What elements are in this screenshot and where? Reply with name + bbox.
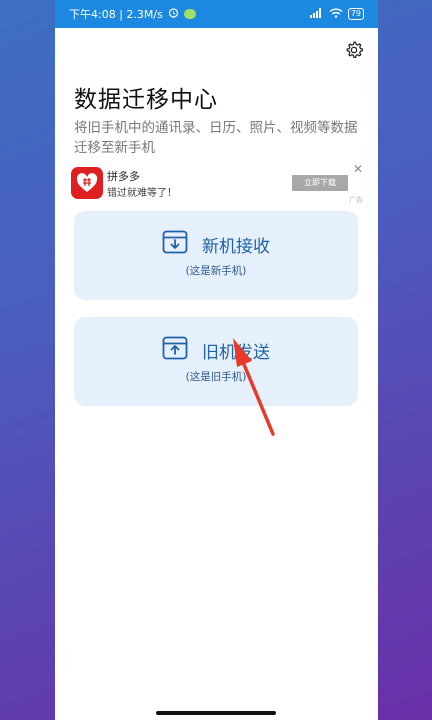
receive-on-new-phone-button[interactable]: 新机接收 (这是新手机): [74, 211, 358, 300]
signal-icon: [309, 7, 324, 21]
settings-gear-icon[interactable]: [342, 38, 366, 62]
ad-close-icon[interactable]: ✕: [353, 163, 363, 175]
home-indicator[interactable]: [156, 711, 276, 715]
ad-download-button[interactable]: 立即下载: [292, 175, 348, 191]
send-from-old-phone-button[interactable]: 旧机发送 (这是旧手机): [74, 317, 358, 406]
ad-slogan: 错过就难等了！: [107, 188, 177, 199]
ad-banner[interactable]: 拼多多 错过就难等了！ 立即下载 ✕ 广告: [71, 163, 363, 205]
wechat-notification-icon: [183, 9, 196, 19]
wifi-icon: [329, 8, 343, 21]
receive-label: 新机接收: [202, 236, 270, 257]
ad-tag: 广告: [349, 196, 363, 204]
status-time-speed: 下午4:08 | 2.3M/s: [69, 8, 163, 21]
status-bar: 下午4:08 | 2.3M/s 79: [55, 0, 378, 28]
send-hint: (这是旧手机): [185, 371, 247, 383]
ad-app-name: 拼多多: [107, 170, 140, 183]
pinduoduo-logo-icon: [71, 167, 103, 199]
upload-box-icon: [162, 336, 188, 364]
page-subtitle: 将旧手机中的通讯录、日历、照片、视频等数据迁移至新手机: [74, 120, 358, 156]
battery-icon: 79: [347, 8, 364, 20]
status-right: 79: [309, 7, 364, 21]
status-left: 下午4:08 | 2.3M/s: [69, 6, 196, 22]
download-box-icon: [162, 230, 188, 258]
page-title: 数据迁移中心: [74, 87, 218, 113]
phone-screen: 下午4:08 | 2.3M/s 79 数据迁移中心 将旧手机中的通讯录、日历、照…: [55, 0, 378, 720]
receive-row: 新机接收: [74, 230, 358, 258]
send-label: 旧机发送: [202, 342, 270, 363]
send-row: 旧机发送: [74, 336, 358, 364]
receive-hint: (这是新手机): [185, 265, 247, 277]
alarm-icon: [168, 7, 179, 21]
